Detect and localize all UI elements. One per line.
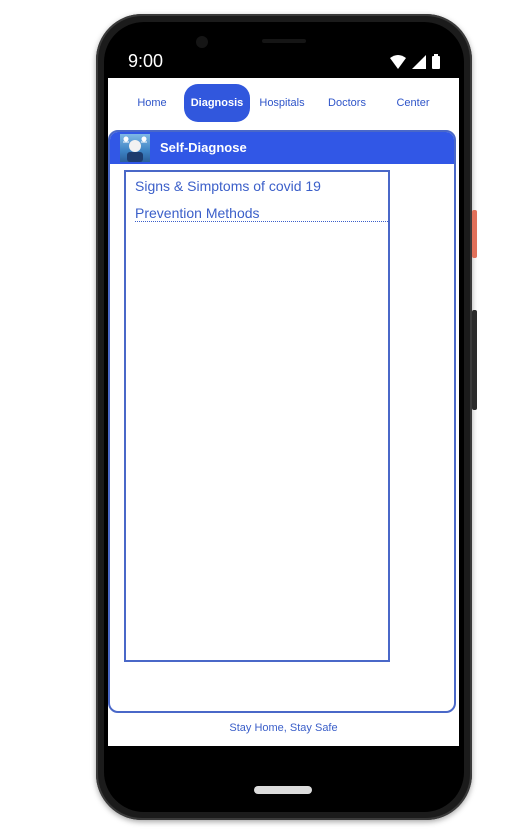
tab-hospitals[interactable]: Hospitals: [250, 84, 314, 122]
app-screen: Home Diagnosis Hospitals Doctors Center …: [108, 78, 459, 746]
home-gesture-bar[interactable]: [254, 786, 312, 794]
power-button[interactable]: [472, 210, 477, 258]
diagnosis-list: Signs & Simptoms of covid 19 Prevention …: [124, 170, 390, 662]
card-header: Self-Diagnose: [110, 132, 454, 164]
tab-diagnosis[interactable]: Diagnosis: [184, 84, 250, 122]
earpiece-speaker: [262, 39, 306, 43]
tab-center[interactable]: Center: [380, 84, 446, 122]
top-nav-tabs: Home Diagnosis Hospitals Doctors Center: [108, 84, 459, 124]
status-time: 9:00: [128, 51, 164, 71]
card-title: Self-Diagnose: [160, 140, 247, 155]
self-diagnose-card: Self-Diagnose Signs & Simptoms of covid …: [108, 130, 456, 713]
list-item-prevention-methods[interactable]: Prevention Methods: [135, 205, 388, 222]
footer-slogan: Stay Home, Stay Safe: [229, 722, 338, 734]
status-icons: [390, 53, 440, 69]
cellular-signal-icon: [412, 55, 426, 69]
tab-home[interactable]: Home: [120, 84, 184, 122]
list-item-signs-symptoms[interactable]: Signs & Simptoms of covid 19: [135, 178, 321, 194]
volume-button[interactable]: [472, 310, 477, 410]
status-bar: 9:00: [108, 44, 458, 78]
doctor-illustration-icon: [120, 134, 150, 162]
wifi-icon: [390, 55, 406, 69]
battery-icon: [432, 54, 440, 69]
tab-doctors[interactable]: Doctors: [314, 84, 380, 122]
